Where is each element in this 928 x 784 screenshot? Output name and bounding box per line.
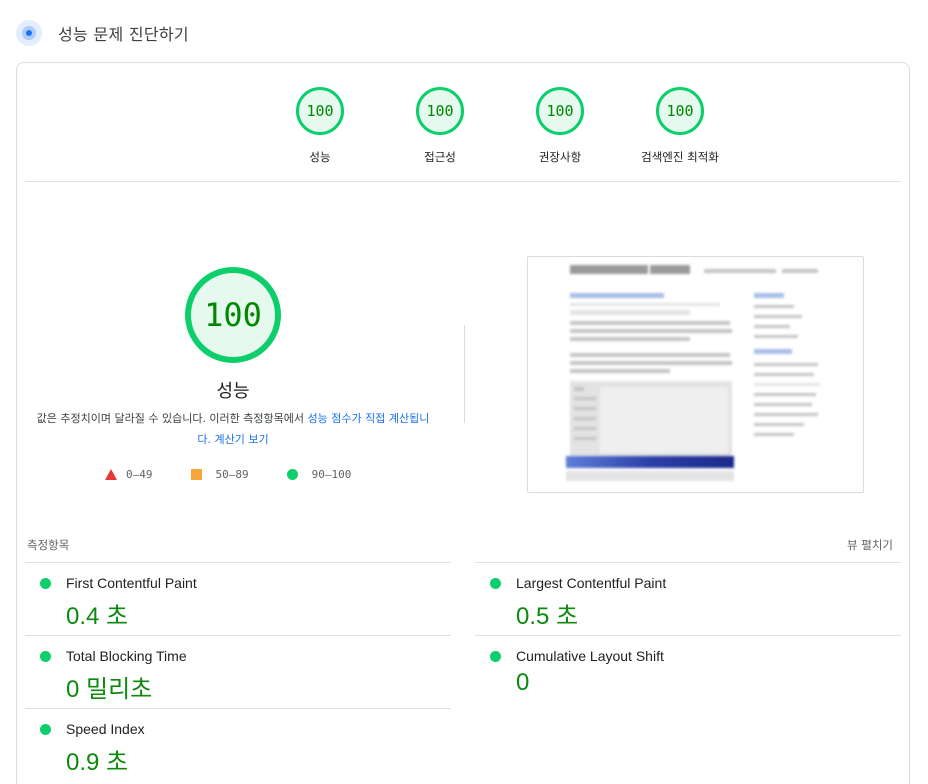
pass-circle-icon: [40, 651, 51, 662]
metric-value: 0.9 초: [66, 749, 129, 776]
metric-speed-index: Speed Index 0.9 초: [25, 708, 451, 776]
calculator-link[interactable]: 계산기 보기: [215, 433, 269, 446]
gauge-label: 접근성: [424, 150, 456, 164]
pass-circle-icon: [40, 578, 51, 589]
performance-score-gauge: 100: [185, 267, 281, 363]
metrics-section-title: 측정항목: [27, 538, 70, 552]
metric-value: 0.4 초: [66, 603, 129, 630]
expand-view-toggle[interactable]: 뷰 펼치기: [847, 537, 893, 553]
page-title: 성능 문제 진단하기: [58, 25, 189, 44]
category-gauges: 100 성능 100 접근성 100 권장사항 100 검색엔진 최적화: [260, 87, 740, 165]
report-card: 100 성능 100 접근성 100 권장사항 100 검색엔진 최적화 100…: [16, 62, 910, 784]
gauge-score: 100: [296, 87, 344, 135]
gauge-score: 100: [656, 87, 704, 135]
metric-name: Total Blocking Time: [66, 648, 187, 664]
gauge-label: 성능: [309, 150, 331, 164]
metric-first-contentful-paint: First Contentful Paint 0.4 초: [25, 562, 451, 630]
metric-name: Speed Index: [66, 721, 145, 737]
metric-largest-contentful-paint: Largest Contentful Paint 0.5 초: [475, 562, 901, 630]
metric-value: 0.5 초: [516, 603, 579, 630]
metric-value: 0 밀리초: [66, 676, 153, 703]
gauge-label: 권장사항: [538, 150, 582, 164]
page-header: 성능 문제 진단하기: [16, 18, 189, 48]
pass-circle-icon: [490, 578, 501, 589]
legend-pass: 90–100: [286, 468, 352, 481]
gauge-seo[interactable]: 100 검색엔진 최적화: [620, 87, 740, 165]
metric-name: Largest Contentful Paint: [516, 575, 667, 591]
triangle-icon: [105, 469, 117, 480]
metric-name: Cumulative Layout Shift: [516, 648, 664, 664]
metric-name: First Contentful Paint: [66, 575, 197, 591]
diagnose-icon: [16, 20, 42, 46]
circle-icon: [286, 469, 298, 480]
pass-circle-icon: [40, 724, 51, 735]
gauge-score: 100: [416, 87, 464, 135]
description-text: 값은 추정치이며 달라질 수 있습니다. 이러한 측정항목에서: [36, 412, 308, 425]
metric-value: 0: [516, 669, 530, 696]
gauge-best-practices[interactable]: 100 권장사항: [500, 87, 620, 165]
gauge-performance[interactable]: 100 성능: [260, 87, 380, 165]
legend-fail: 0–49: [105, 468, 153, 481]
gauge-score: 100: [536, 87, 584, 135]
legend-range: 50–89: [215, 468, 249, 481]
legend-average: 50–89: [190, 468, 249, 481]
score-legend: 0–49 50–89 90–100: [105, 468, 389, 481]
gauge-accessibility[interactable]: 100 접근성: [380, 87, 500, 165]
pass-circle-icon: [490, 651, 501, 662]
metric-total-blocking-time: Total Blocking Time 0 밀리초: [25, 635, 451, 703]
divider: [25, 181, 901, 182]
legend-range: 0–49: [126, 468, 153, 481]
performance-score-label: 성능: [216, 381, 250, 402]
vertical-divider: [464, 325, 465, 423]
metric-cumulative-layout-shift: Cumulative Layout Shift 0: [475, 635, 901, 696]
page-screenshot-thumbnail[interactable]: [527, 256, 864, 493]
score-description: 값은 추정치이며 달라질 수 있습니다. 이러한 측정항목에서 성능 점수가 직…: [33, 408, 433, 450]
legend-range: 90–100: [311, 468, 352, 481]
square-icon: [190, 469, 202, 480]
gauge-label: 검색엔진 최적화: [641, 150, 719, 164]
